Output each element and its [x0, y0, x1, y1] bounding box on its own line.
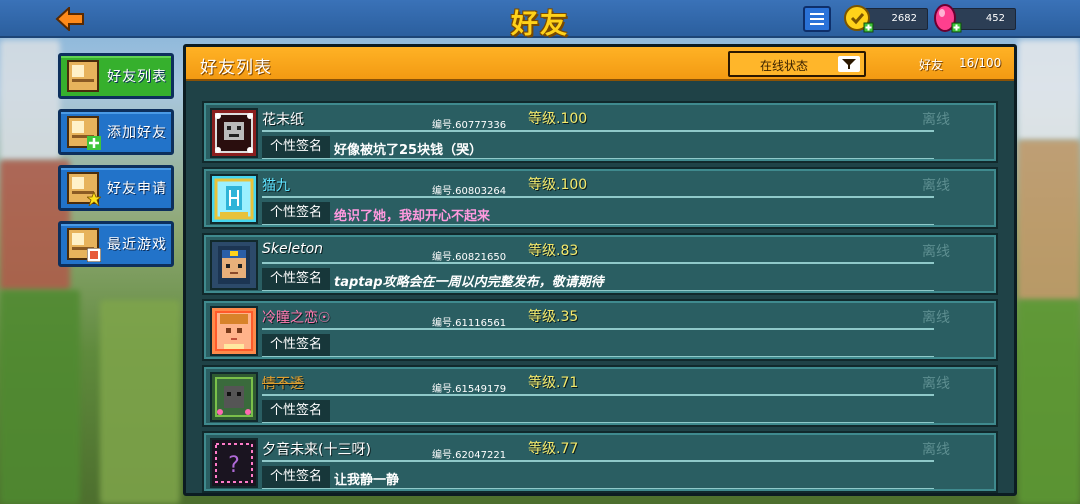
dropdown-label: 在线状态 — [760, 59, 809, 73]
divider — [262, 130, 934, 132]
friend-row[interactable]: 冷瞳之恋☉ 编号.61116561 等级.35 离线 个性签名 — [202, 299, 998, 361]
signature-label: 个性签名 — [262, 268, 330, 290]
divider — [262, 290, 934, 291]
signature-label: 个性签名 — [262, 400, 330, 422]
friend-list[interactable]: 花末纸 编号.60777336 等级.100 离线 个性签名 好像被坑了25块钱… — [202, 101, 998, 495]
mail-icon-line — [810, 13, 824, 15]
sidebar-item-label: 最近游戏 — [107, 237, 167, 253]
friend-level: 等级.100 — [528, 177, 588, 193]
signature-label: 个性签名 — [262, 136, 330, 158]
gem-icon[interactable] — [930, 3, 962, 35]
friend-list-panel: 好友列表 在线状态 好友 16/100 花末纸 编号.60777336 等级.1… — [183, 44, 1017, 496]
sidebar-item-friend-list[interactable]: 好友列表 — [58, 53, 174, 99]
signature-label: 个性签名 — [262, 202, 330, 224]
friend-status: 离线 — [922, 310, 950, 326]
friend-name: 冷瞳之恋☉ — [262, 310, 331, 326]
friend-id: 编号.61549179 — [432, 384, 507, 395]
friend-id: 编号.60803264 — [432, 186, 507, 197]
divider — [262, 158, 934, 159]
divider — [262, 356, 934, 357]
signature-text: taptap攻略会在一周以内完整发布，敬请期待 — [334, 275, 604, 290]
divider — [262, 262, 934, 264]
friend-row[interactable]: 花末纸 编号.60777336 等级.100 离线 个性签名 好像被坑了25块钱… — [202, 101, 998, 163]
divider — [262, 488, 934, 489]
coin-icon[interactable] — [842, 3, 874, 35]
friend-id: 编号.60821650 — [432, 252, 507, 263]
friend-list-icon — [67, 60, 99, 92]
mail-icon-line — [810, 18, 824, 20]
mail-button[interactable] — [803, 6, 831, 32]
divider — [262, 394, 934, 396]
friend-name: 情不透 — [262, 376, 304, 392]
avatar — [210, 306, 258, 356]
friend-status: 离线 — [922, 178, 950, 194]
signature-label: 个性签名 — [262, 466, 330, 488]
sidebar-item-recent-games[interactable]: 最近游戏 — [58, 221, 174, 267]
friend-name: 猫九 — [262, 178, 290, 194]
signature-text: 好像被坑了25块钱（哭） — [334, 143, 483, 158]
avatar — [210, 108, 258, 158]
sidebar-item-label: 好友列表 — [107, 69, 167, 85]
avatar — [210, 174, 258, 224]
back-button[interactable] — [54, 5, 86, 33]
friend-name: 夕音未来(十三呀) — [262, 442, 371, 458]
friend-level: 等级.83 — [528, 243, 579, 259]
friend-level: 等级.71 — [528, 375, 579, 391]
friend-status: 离线 — [922, 376, 950, 392]
friend-name: 花末纸 — [262, 112, 304, 128]
sidebar-item-label: 添加好友 — [107, 125, 167, 141]
avatar — [210, 240, 258, 290]
add-friend-icon — [67, 116, 101, 150]
avatar — [210, 372, 258, 422]
back-arrow-icon — [55, 7, 84, 31]
friend-level: 等级.35 — [528, 309, 579, 325]
signature-text: 绝识了她，我却开心不起来 — [334, 209, 491, 224]
friend-row[interactable]: ? 夕音未来(十三呀) 编号.62047221 等级.77 离线 个性签名 让我… — [202, 431, 998, 493]
panel-header: 好友列表 在线状态 好友 16/100 — [186, 47, 1014, 81]
friend-row[interactable]: 猫九 编号.60803264 等级.100 离线 个性签名 绝识了她，我却开心不… — [202, 167, 998, 229]
friend-id: 编号.60777336 — [432, 120, 507, 131]
friend-level: 等级.77 — [528, 441, 579, 457]
friend-row[interactable]: Skeleton 编号.60821650 等级.83 离线 个性签名 tapta… — [202, 233, 998, 295]
signature-text: 让我静一静 — [334, 473, 400, 488]
divider — [262, 328, 934, 330]
friend-status: 离线 — [922, 442, 950, 458]
friend-status: 离线 — [922, 112, 950, 128]
sidebar-item-friend-requests[interactable]: 好友申请 — [58, 165, 174, 211]
friend-level: 等级.100 — [528, 111, 588, 127]
panel-title: 好友列表 — [200, 58, 272, 78]
top-bar: 好友 2682 452 — [0, 0, 1080, 40]
divider — [262, 460, 934, 462]
recent-games-icon — [67, 228, 101, 262]
friend-status: 离线 — [922, 244, 950, 260]
divider — [262, 224, 934, 225]
friend-row[interactable]: 情不透 编号.61549179 等级.71 离线 个性签名 — [202, 365, 998, 427]
signature-label: 个性签名 — [262, 334, 330, 356]
divider — [262, 422, 934, 423]
sidebar-item-add-friend[interactable]: 添加好友 — [58, 109, 174, 155]
mail-icon-line — [810, 23, 824, 25]
friend-count: 16/100 — [959, 56, 1002, 70]
friend-name: Skeleton — [262, 241, 324, 257]
divider — [262, 196, 934, 198]
friend-count-label: 好友 — [919, 58, 944, 72]
filter-icon — [838, 56, 860, 72]
friend-request-icon — [67, 172, 101, 206]
friend-id: 编号.61116561 — [432, 318, 507, 329]
online-status-dropdown[interactable]: 在线状态 — [728, 51, 866, 77]
sidebar-item-label: 好友申请 — [107, 181, 167, 197]
friend-id: 编号.62047221 — [432, 450, 507, 461]
avatar: ? — [210, 438, 258, 488]
svg-text:?: ? — [228, 453, 240, 478]
